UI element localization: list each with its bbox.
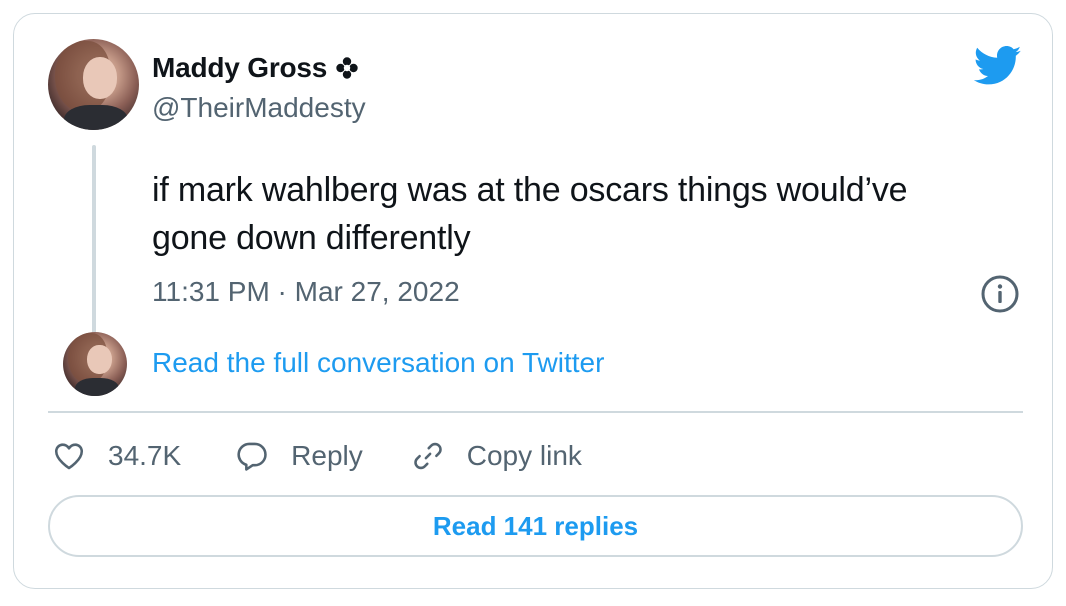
heart-icon	[54, 443, 84, 470]
info-icon[interactable]	[980, 274, 1020, 314]
reply-button[interactable]: Reply	[235, 439, 363, 473]
tweet-text: if mark wahlberg was at the oscars thing…	[152, 171, 908, 257]
author-handle[interactable]: @TheirMaddesty	[152, 92, 366, 124]
copy-link-button[interactable]: Copy link	[411, 439, 582, 473]
copy-link-label: Copy link	[466, 440, 582, 471]
like-button[interactable]: 34.7K	[52, 439, 181, 473]
reply-label: Reply	[291, 440, 363, 471]
read-replies-label: Read 141 replies	[432, 510, 639, 541]
like-count: 34.7K	[108, 440, 182, 471]
read-full-conversation-link[interactable]: Read the full conversation on Twitter	[152, 347, 604, 379]
read-replies-button[interactable]: Read 141 replies	[48, 495, 1023, 557]
author-name-row: Maddy Gross	[152, 52, 359, 84]
action-bar: 34.7K Reply Copy link	[52, 434, 582, 478]
tweet-timestamp[interactable]: 11:31 PM · Mar 27, 2022	[152, 276, 460, 308]
author-name[interactable]: Maddy Gross	[152, 52, 327, 84]
twitter-bird-icon[interactable]	[974, 46, 1022, 86]
speech-bubble-icon	[237, 442, 267, 471]
conversation-avatar[interactable]	[63, 332, 127, 396]
flower-icon	[335, 56, 359, 80]
author-avatar[interactable]	[48, 39, 139, 130]
divider	[48, 411, 1023, 413]
thread-line	[92, 145, 96, 337]
tweet-card: Maddy Gross @TheirMaddesty if mark wahlb…	[13, 13, 1053, 589]
link-icon	[414, 442, 442, 470]
